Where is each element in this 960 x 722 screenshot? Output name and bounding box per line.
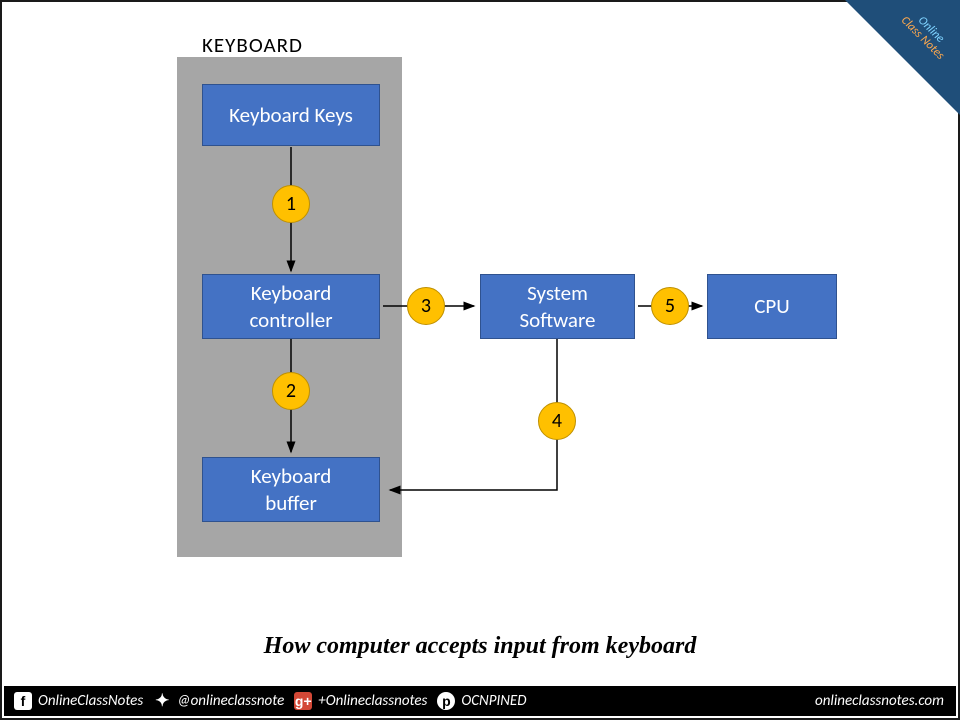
box-label: CPU bbox=[754, 293, 790, 319]
box-keyboard-keys: Keyboard Keys bbox=[202, 84, 380, 146]
box-label: System Software bbox=[520, 280, 596, 333]
footer-fb-text: OnlineClassNotes bbox=[38, 692, 143, 710]
diagram-caption: How computer accepts input from keyboard bbox=[2, 633, 958, 660]
box-label: Keyboard buffer bbox=[251, 463, 332, 516]
footer-facebook: f OnlineClassNotes bbox=[14, 692, 143, 710]
twitter-icon: ✦ bbox=[153, 692, 171, 710]
footer-twitter: ✦ @onlineclassnote bbox=[153, 692, 284, 710]
badge-text: 3 bbox=[421, 294, 431, 318]
footer-pinterest: p OCNPINED bbox=[437, 692, 526, 710]
footer-domain: onlineclassnotes.com bbox=[815, 692, 944, 710]
footer-tw-text: @onlineclassnote bbox=[177, 692, 284, 710]
badge-text: 4 bbox=[552, 409, 562, 433]
footer-pn-text: OCNPINED bbox=[461, 692, 526, 710]
footer-gp-text: +Onlineclassnotes bbox=[318, 692, 427, 710]
badge-text: 2 bbox=[286, 379, 296, 403]
facebook-icon: f bbox=[14, 692, 32, 710]
box-label: Keyboard controller bbox=[249, 280, 332, 333]
step-badge-5: 5 bbox=[651, 287, 689, 325]
keyboard-group-label: KEYBOARD bbox=[202, 32, 303, 58]
footer-bar: f OnlineClassNotes ✦ @onlineclassnote g+… bbox=[4, 686, 956, 716]
step-badge-3: 3 bbox=[407, 287, 445, 325]
box-label: Keyboard Keys bbox=[229, 102, 353, 128]
pinterest-icon: p bbox=[437, 692, 455, 710]
step-badge-1: 1 bbox=[272, 185, 310, 223]
badge-text: 5 bbox=[665, 294, 675, 318]
footer-googleplus: g+ +Onlineclassnotes bbox=[294, 692, 427, 710]
googleplus-icon: g+ bbox=[294, 692, 312, 710]
diagram-canvas: Online Class Notes KEYBOARD Keyboard Key… bbox=[2, 2, 958, 718]
arrows-layer bbox=[2, 2, 960, 722]
box-cpu: CPU bbox=[707, 274, 837, 339]
badge-text: 1 bbox=[286, 192, 296, 216]
step-badge-2: 2 bbox=[272, 372, 310, 410]
box-system-software: System Software bbox=[480, 274, 635, 339]
box-keyboard-controller: Keyboard controller bbox=[202, 274, 380, 339]
step-badge-4: 4 bbox=[538, 402, 576, 440]
box-keyboard-buffer: Keyboard buffer bbox=[202, 457, 380, 522]
